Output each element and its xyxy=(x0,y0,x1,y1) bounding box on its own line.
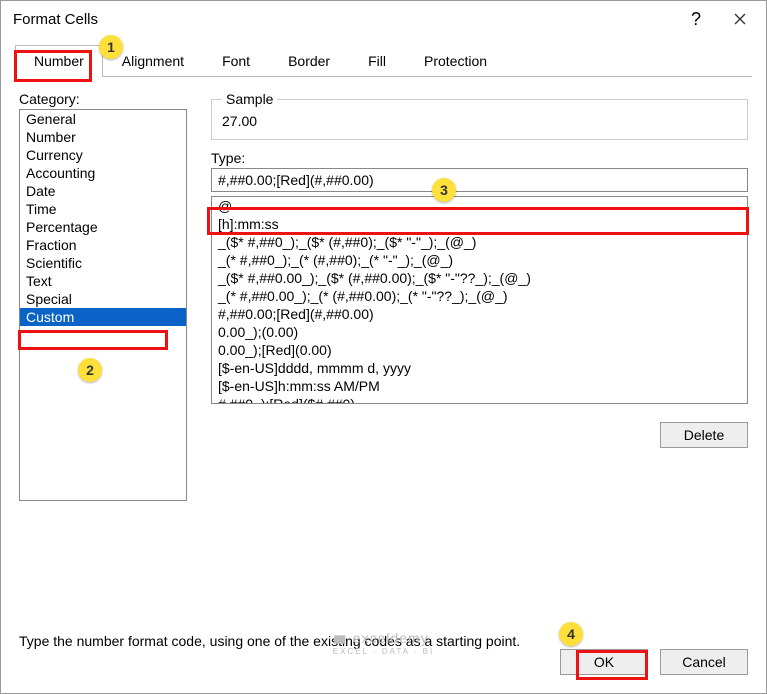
format-code-item[interactable]: #,##0_);[Red]($#,##0) xyxy=(212,395,747,404)
format-code-item[interactable]: [$-en-US]dddd, mmmm d, yyyy xyxy=(212,359,747,377)
category-item[interactable]: Scientific xyxy=(20,254,186,272)
cancel-button[interactable]: Cancel xyxy=(660,649,748,675)
tab-font[interactable]: Font xyxy=(203,45,269,76)
format-cells-dialog: Format Cells ? NumberAlignmentFontBorder… xyxy=(0,0,767,694)
format-code-item[interactable]: _(* #,##0_);_(* (#,##0);_(* "-"_);_(@_) xyxy=(212,251,747,269)
titlebar: Format Cells ? xyxy=(1,1,766,37)
category-item[interactable]: Date xyxy=(20,182,186,200)
type-input[interactable] xyxy=(211,168,748,192)
tab-alignment[interactable]: Alignment xyxy=(103,45,203,76)
category-item[interactable]: General xyxy=(20,110,186,128)
category-item[interactable]: Text xyxy=(20,272,186,290)
category-item[interactable]: Special xyxy=(20,290,186,308)
category-label: Category: xyxy=(19,91,187,107)
sample-label: Sample xyxy=(222,91,277,107)
dialog-title: Format Cells xyxy=(13,11,674,28)
close-button[interactable] xyxy=(718,4,762,34)
category-item[interactable]: Number xyxy=(20,128,186,146)
hint-text: Type the number format code, using one o… xyxy=(19,633,748,649)
format-code-item[interactable]: [h]:mm:ss xyxy=(212,215,747,233)
format-code-item[interactable]: 0.00_);[Red](0.00) xyxy=(212,341,747,359)
ok-button[interactable]: OK xyxy=(560,649,648,675)
cancel-label: Cancel xyxy=(682,654,726,670)
format-code-item[interactable]: [$-en-US]h:mm:ss AM/PM xyxy=(212,377,747,395)
category-listbox[interactable]: GeneralNumberCurrencyAccountingDateTimeP… xyxy=(19,109,187,501)
tab-number[interactable]: Number xyxy=(15,45,103,77)
format-code-item[interactable]: @ xyxy=(212,197,747,215)
format-code-item[interactable]: 0.00_);(0.00) xyxy=(212,323,747,341)
category-item[interactable]: Time xyxy=(20,200,186,218)
tab-protection[interactable]: Protection xyxy=(405,45,506,76)
delete-label: Delete xyxy=(684,427,724,443)
tab-border[interactable]: Border xyxy=(269,45,349,76)
ok-label: OK xyxy=(594,654,614,670)
category-item[interactable]: Accounting xyxy=(20,164,186,182)
delete-button[interactable]: Delete xyxy=(660,422,748,448)
help-button[interactable]: ? xyxy=(674,4,718,34)
category-item[interactable]: Fraction xyxy=(20,236,186,254)
category-item[interactable]: Custom xyxy=(20,308,186,326)
tab-fill[interactable]: Fill xyxy=(349,45,405,76)
category-item[interactable]: Percentage xyxy=(20,218,186,236)
sample-value: 27.00 xyxy=(222,113,737,129)
category-item[interactable]: Currency xyxy=(20,146,186,164)
sample-group: Sample 27.00 xyxy=(211,91,748,140)
type-label: Type: xyxy=(211,150,748,166)
format-code-listbox[interactable]: @[h]:mm:ss_($* #,##0_);_($* (#,##0);_($*… xyxy=(211,196,748,404)
close-icon xyxy=(734,13,746,25)
format-code-item[interactable]: _(* #,##0.00_);_(* (#,##0.00);_(* "-"??_… xyxy=(212,287,747,305)
dialog-footer: OK Cancel xyxy=(1,649,766,693)
format-code-item[interactable]: _($* #,##0.00_);_($* (#,##0.00);_($* "-"… xyxy=(212,269,747,287)
tab-strip: NumberAlignmentFontBorderFillProtection xyxy=(15,45,752,77)
format-code-item[interactable]: #,##0.00;[Red](#,##0.00) xyxy=(212,305,747,323)
format-code-item[interactable]: _($* #,##0_);_($* (#,##0);_($* "-"_);_(@… xyxy=(212,233,747,251)
